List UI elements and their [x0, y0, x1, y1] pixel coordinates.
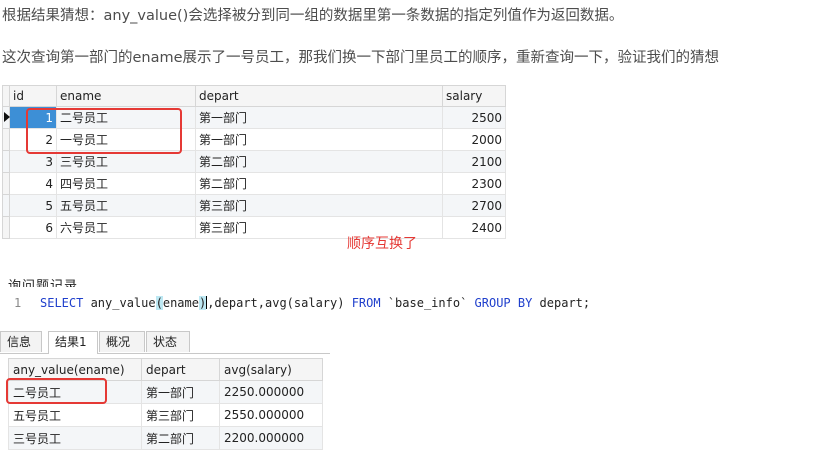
- cell-any-value-ename[interactable]: 三号员工: [8, 426, 142, 450]
- highlight-box-swapped-rows: [26, 108, 182, 154]
- editor-title-fragment: 询问题记录: [8, 279, 79, 287]
- column-header-salary[interactable]: salary: [442, 85, 506, 107]
- result-table: any_value(ename) depart avg(salary) 二号员工…: [8, 358, 323, 450]
- cell-ename[interactable]: 五号员工: [56, 194, 196, 217]
- sql-function-name: any_value: [83, 296, 156, 310]
- cell-salary[interactable]: 2500: [442, 106, 506, 129]
- sql-close-paren: ): [198, 296, 207, 310]
- row-indicator[interactable]: [2, 150, 10, 173]
- sql-table-name: `base_info`: [380, 296, 475, 310]
- row-indicator-header: [2, 85, 10, 107]
- sql-group-column: depart;: [532, 296, 591, 310]
- cell-depart[interactable]: 第二部门: [195, 150, 443, 173]
- sql-keyword-select: SELECT: [40, 296, 84, 310]
- column-header-id[interactable]: id: [9, 85, 57, 107]
- sql-open-paren: (: [155, 296, 163, 310]
- line-number: 1: [14, 296, 22, 310]
- cell-depart[interactable]: 第三部门: [195, 194, 443, 217]
- cell-id[interactable]: 6: [9, 216, 57, 239]
- column-header-depart[interactable]: depart: [141, 358, 220, 381]
- table-row[interactable]: 6 六号员工 第三部门 2400: [2, 216, 506, 239]
- cell-depart[interactable]: 第一部门: [141, 380, 220, 404]
- sql-keyword-group-by: GROUP BY: [474, 296, 533, 310]
- tab-overview[interactable]: 概况: [99, 331, 145, 352]
- cell-avg-salary[interactable]: 2550.000000: [219, 403, 323, 427]
- cell-id[interactable]: 4: [9, 172, 57, 195]
- annotation-order-swapped: 顺序互换了: [347, 236, 417, 252]
- table-row[interactable]: 五号员工 第三部门 2550.000000: [8, 403, 323, 427]
- table-row[interactable]: 5 五号员工 第三部门 2700: [2, 194, 506, 217]
- column-header-avg-salary[interactable]: avg(salary): [219, 358, 323, 381]
- row-indicator[interactable]: [2, 172, 10, 195]
- cell-salary[interactable]: 2700: [442, 194, 506, 217]
- sql-argument: ename: [162, 296, 199, 310]
- table-row[interactable]: 4 四号员工 第二部门 2300: [2, 172, 506, 195]
- cell-depart[interactable]: 第二部门: [195, 172, 443, 195]
- row-indicator[interactable]: [2, 216, 10, 239]
- table-row[interactable]: 三号员工 第二部门 2200.000000: [8, 426, 323, 450]
- cell-salary[interactable]: 2400: [442, 216, 506, 239]
- sql-columns: ,depart,avg(salary): [207, 296, 352, 310]
- tab-result-1[interactable]: 结果1: [48, 331, 98, 354]
- cell-depart[interactable]: 第一部门: [195, 106, 443, 129]
- row-indicator[interactable]: [2, 128, 10, 151]
- cell-any-value-ename[interactable]: 五号员工: [8, 403, 142, 427]
- cell-id[interactable]: 5: [9, 194, 57, 217]
- row-indicator[interactable]: [2, 194, 10, 217]
- tab-status[interactable]: 状态: [146, 331, 190, 352]
- current-row-arrow-icon: [4, 112, 10, 122]
- column-header-depart[interactable]: depart: [195, 85, 443, 107]
- result-tab-bar: 信息 结果1 概况 状态: [0, 331, 330, 354]
- cell-salary[interactable]: 2000: [442, 128, 506, 151]
- paragraph-swap-order: 这次查询第一部门的ename展示了一号员工，那我们换一下部门里员工的顺序，重新查…: [2, 50, 720, 66]
- row-indicator[interactable]: [2, 106, 10, 129]
- cell-salary[interactable]: 2100: [442, 150, 506, 173]
- sql-editor[interactable]: 1 SELECT any_value(ename),depart,avg(sal…: [0, 287, 680, 319]
- column-header-ename[interactable]: ename: [56, 85, 196, 107]
- cell-avg-salary[interactable]: 2250.000000: [219, 380, 323, 404]
- cell-depart[interactable]: 第二部门: [141, 426, 220, 450]
- cell-depart[interactable]: 第一部门: [195, 128, 443, 151]
- highlight-box-first-result: [6, 378, 107, 404]
- sql-query-text[interactable]: SELECT any_value(ename),depart,avg(salar…: [40, 296, 590, 310]
- table-header-row: id ename depart salary: [2, 85, 506, 107]
- cell-salary[interactable]: 2300: [442, 172, 506, 195]
- sql-keyword-from: FROM: [351, 296, 381, 310]
- cell-ename[interactable]: 四号员工: [56, 172, 196, 195]
- paragraph-hypothesis: 根据结果猜想：any_value()会选择被分到同一组的数据里第一条数据的指定列…: [2, 8, 624, 24]
- tab-info[interactable]: 信息: [0, 331, 42, 352]
- editor-tab-strip: 询问题记录: [0, 269, 680, 287]
- cell-avg-salary[interactable]: 2200.000000: [219, 426, 323, 450]
- cell-ename[interactable]: 六号员工: [56, 216, 196, 239]
- cell-depart[interactable]: 第三部门: [141, 403, 220, 427]
